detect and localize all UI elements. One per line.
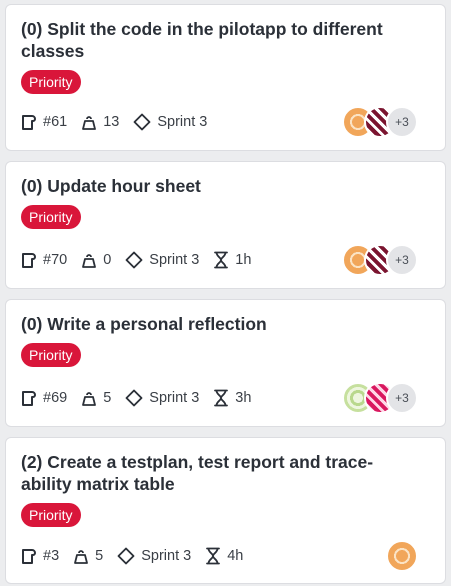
more-assignees-count[interactable]: +3	[386, 382, 418, 414]
weight-icon	[74, 549, 89, 564]
avatar[interactable]	[386, 540, 418, 572]
ticket-icon	[22, 252, 36, 268]
ticket-title[interactable]: (0) Write a personal reflection	[21, 313, 430, 335]
assignee-avatars[interactable]: +3	[342, 244, 418, 276]
ticket-title[interactable]: (0) Split the code in the pilotapp to di…	[21, 18, 430, 62]
ticket-time-label: 1h	[235, 252, 252, 268]
hourglass-icon	[206, 547, 221, 565]
ticket-points: 5	[81, 390, 111, 407]
ticket-points-label: 13	[103, 114, 120, 130]
ticket-time: 1h	[213, 251, 251, 269]
ticket-meta: #3 5 Sprint 3 4h	[21, 540, 430, 572]
priority-badge: Priority	[21, 70, 81, 94]
ticket-list: (0) Split the code in the pilotapp to di…	[0, 0, 451, 586]
ticket-icon	[22, 390, 36, 406]
ticket-id-label: #70	[43, 252, 68, 268]
ticket-time: 4h	[205, 547, 243, 565]
ticket-card[interactable]: (0) Split the code in the pilotapp to di…	[6, 5, 445, 150]
hourglass-icon	[214, 251, 229, 269]
ticket-meta: #69 5 Sprint 3 3h +3	[21, 382, 430, 414]
ticket-card[interactable]: (0) Update hour sheet Priority #70 0 Spr…	[6, 162, 445, 288]
ticket-sprint: Sprint 3	[117, 547, 191, 565]
diamond-icon	[133, 113, 151, 131]
ticket-sprint: Sprint 3	[125, 389, 199, 407]
priority-badge: Priority	[21, 343, 81, 367]
weight-icon	[82, 253, 97, 268]
ticket-points-label: 0	[103, 252, 112, 268]
assignee-avatars[interactable]: +3	[342, 382, 418, 414]
ticket-sprint-label: Sprint 3	[157, 114, 208, 130]
ticket-sprint: Sprint 3	[133, 113, 207, 131]
ticket-card[interactable]: (0) Write a personal reflection Priority…	[6, 300, 445, 426]
ticket-id: #61	[21, 114, 67, 131]
ticket-sprint-label: Sprint 3	[149, 390, 200, 406]
ticket-id: #70	[21, 252, 67, 269]
ticket-id-label: #3	[43, 548, 60, 564]
ticket-points: 5	[73, 548, 103, 565]
diamond-icon	[125, 251, 143, 269]
weight-icon	[82, 391, 97, 406]
ticket-time-label: 3h	[235, 390, 252, 406]
ticket-title[interactable]: (2) Create a testplan, test report and t…	[21, 451, 430, 495]
assignee-avatars[interactable]: +3	[342, 106, 418, 138]
ticket-points: 0	[81, 252, 111, 269]
ticket-sprint-label: Sprint 3	[141, 548, 192, 564]
ticket-id-label: #69	[43, 390, 68, 406]
priority-badge: Priority	[21, 205, 81, 229]
ticket-sprint: Sprint 3	[125, 251, 199, 269]
ticket-points: 13	[81, 114, 119, 131]
ticket-time-label: 4h	[227, 548, 244, 564]
hourglass-icon	[214, 389, 229, 407]
ticket-id: #3	[21, 548, 59, 565]
ticket-points-label: 5	[103, 390, 112, 406]
priority-badge: Priority	[21, 503, 81, 527]
more-assignees-count[interactable]: +3	[386, 244, 418, 276]
ticket-id-label: #61	[43, 114, 68, 130]
ticket-icon	[22, 548, 36, 564]
diamond-icon	[125, 389, 143, 407]
ticket-meta: #70 0 Sprint 3 1h +3	[21, 244, 430, 276]
ticket-time: 3h	[213, 389, 251, 407]
weight-icon	[82, 115, 97, 130]
ticket-sprint-label: Sprint 3	[149, 252, 200, 268]
diamond-icon	[117, 547, 135, 565]
ticket-icon	[22, 114, 36, 130]
ticket-id: #69	[21, 390, 67, 407]
more-assignees-count[interactable]: +3	[386, 106, 418, 138]
ticket-title[interactable]: (0) Update hour sheet	[21, 175, 430, 197]
assignee-avatars[interactable]	[386, 540, 418, 572]
ticket-meta: #61 13 Sprint 3 +3	[21, 106, 430, 138]
ticket-card[interactable]: (2) Create a testplan, test report and t…	[6, 438, 445, 583]
ticket-points-label: 5	[95, 548, 104, 564]
